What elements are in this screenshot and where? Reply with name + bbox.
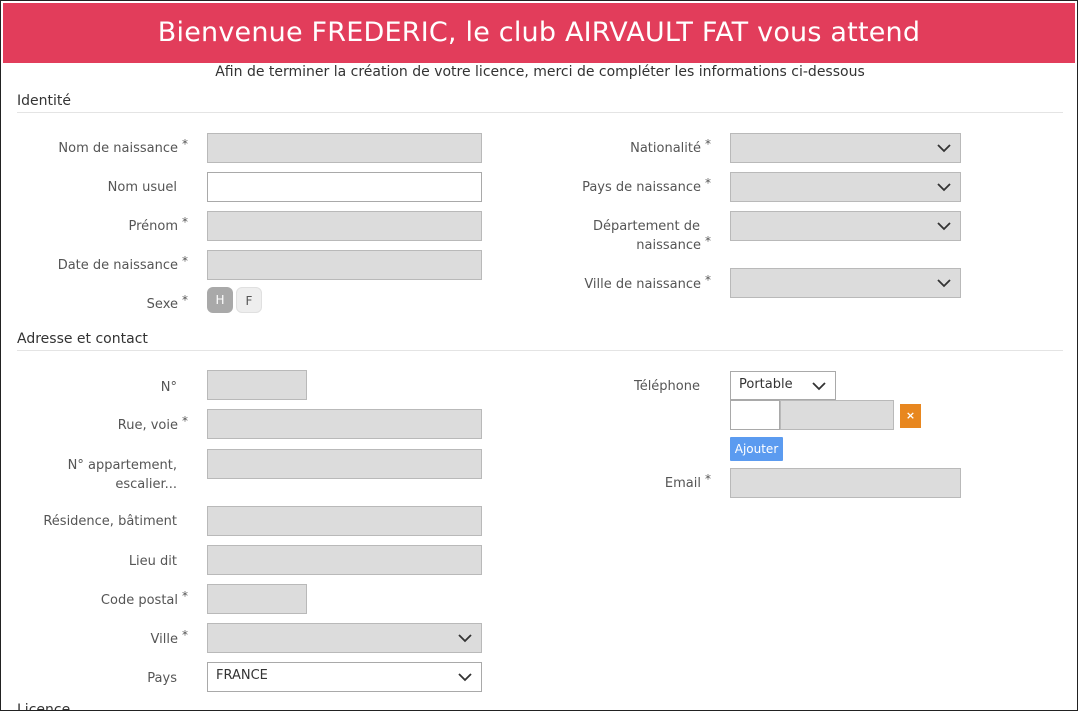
email-label: Email * — [664, 472, 711, 491]
section-title-identite: Identité — [17, 93, 71, 109]
departement-naissance-select[interactable] — [730, 211, 961, 241]
section-divider — [17, 112, 1063, 113]
email-input[interactable] — [730, 468, 961, 498]
nationalite-label: Nationalité * — [630, 137, 711, 156]
ville-label: Ville * — [150, 628, 188, 647]
nationalite-select[interactable] — [730, 133, 961, 163]
pays-label: Pays — [147, 671, 177, 686]
nom-naissance-label: Nom de naissance * — [58, 137, 188, 156]
ville-naissance-select[interactable] — [730, 268, 961, 298]
residence-label: Résidence, bâtiment — [43, 514, 177, 529]
chevron-down-icon — [937, 222, 951, 231]
telephone-type-select[interactable]: Portable — [730, 371, 836, 400]
prenom-label: Prénom * — [128, 215, 188, 234]
chevron-down-icon — [458, 634, 472, 643]
pays-naissance-select[interactable] — [730, 172, 961, 202]
code-postal-label: Code postal * — [100, 589, 188, 608]
ville-select[interactable] — [207, 623, 482, 653]
date-naissance-input[interactable] — [207, 250, 482, 280]
residence-input[interactable] — [207, 506, 482, 536]
departement-naissance-label: Département de naissance * — [592, 219, 711, 253]
rue-label: Rue, voie * — [117, 414, 188, 433]
sexe-option-h[interactable]: H — [207, 287, 233, 313]
ville-naissance-label: Ville de naissance * — [584, 273, 711, 292]
code-postal-input[interactable] — [207, 584, 307, 614]
sexe-label: Sexe * — [146, 293, 188, 312]
remove-phone-button[interactable]: × — [900, 404, 921, 428]
prenom-input[interactable] — [207, 211, 482, 241]
nom-usuel-input[interactable] — [207, 172, 482, 202]
add-phone-button[interactable]: Ajouter — [730, 437, 783, 461]
pays-naissance-label: Pays de naissance * — [582, 176, 711, 195]
numero-input[interactable] — [207, 370, 307, 400]
pays-select[interactable]: FRANCE — [207, 662, 482, 692]
nom-usuel-label: Nom usuel — [107, 180, 177, 195]
chevron-down-icon — [937, 279, 951, 288]
numero-label: N° — [160, 380, 177, 395]
rue-input[interactable] — [207, 409, 482, 439]
close-icon: × — [905, 409, 916, 422]
lieu-dit-label: Lieu dit — [128, 554, 177, 569]
chevron-down-icon — [937, 144, 951, 153]
appartement-label: N° appartement, escalier... — [67, 458, 177, 492]
page-subtitle: Afin de terminer la création de votre li… — [215, 64, 865, 80]
date-naissance-label: Date de naissance * — [57, 254, 188, 273]
chevron-down-icon — [937, 183, 951, 192]
appartement-input[interactable] — [207, 449, 482, 479]
page-frame: Bienvenue FREDERIC, le club AIRVAULT FAT… — [0, 0, 1078, 711]
chevron-down-icon — [812, 382, 826, 391]
sexe-option-f[interactable]: F — [236, 287, 262, 313]
nom-naissance-input[interactable] — [207, 133, 482, 163]
telephone-prefix-input[interactable] — [730, 400, 780, 430]
chevron-down-icon — [458, 673, 472, 682]
lieu-dit-input[interactable] — [207, 545, 482, 575]
section-title-licence: Licence — [17, 702, 71, 711]
welcome-banner: Bienvenue FREDERIC, le club AIRVAULT FAT… — [3, 3, 1075, 63]
telephone-number-input[interactable] — [780, 400, 894, 430]
telephone-label: Téléphone — [633, 379, 700, 394]
section-divider — [17, 350, 1063, 351]
section-title-adresse: Adresse et contact — [17, 331, 148, 347]
